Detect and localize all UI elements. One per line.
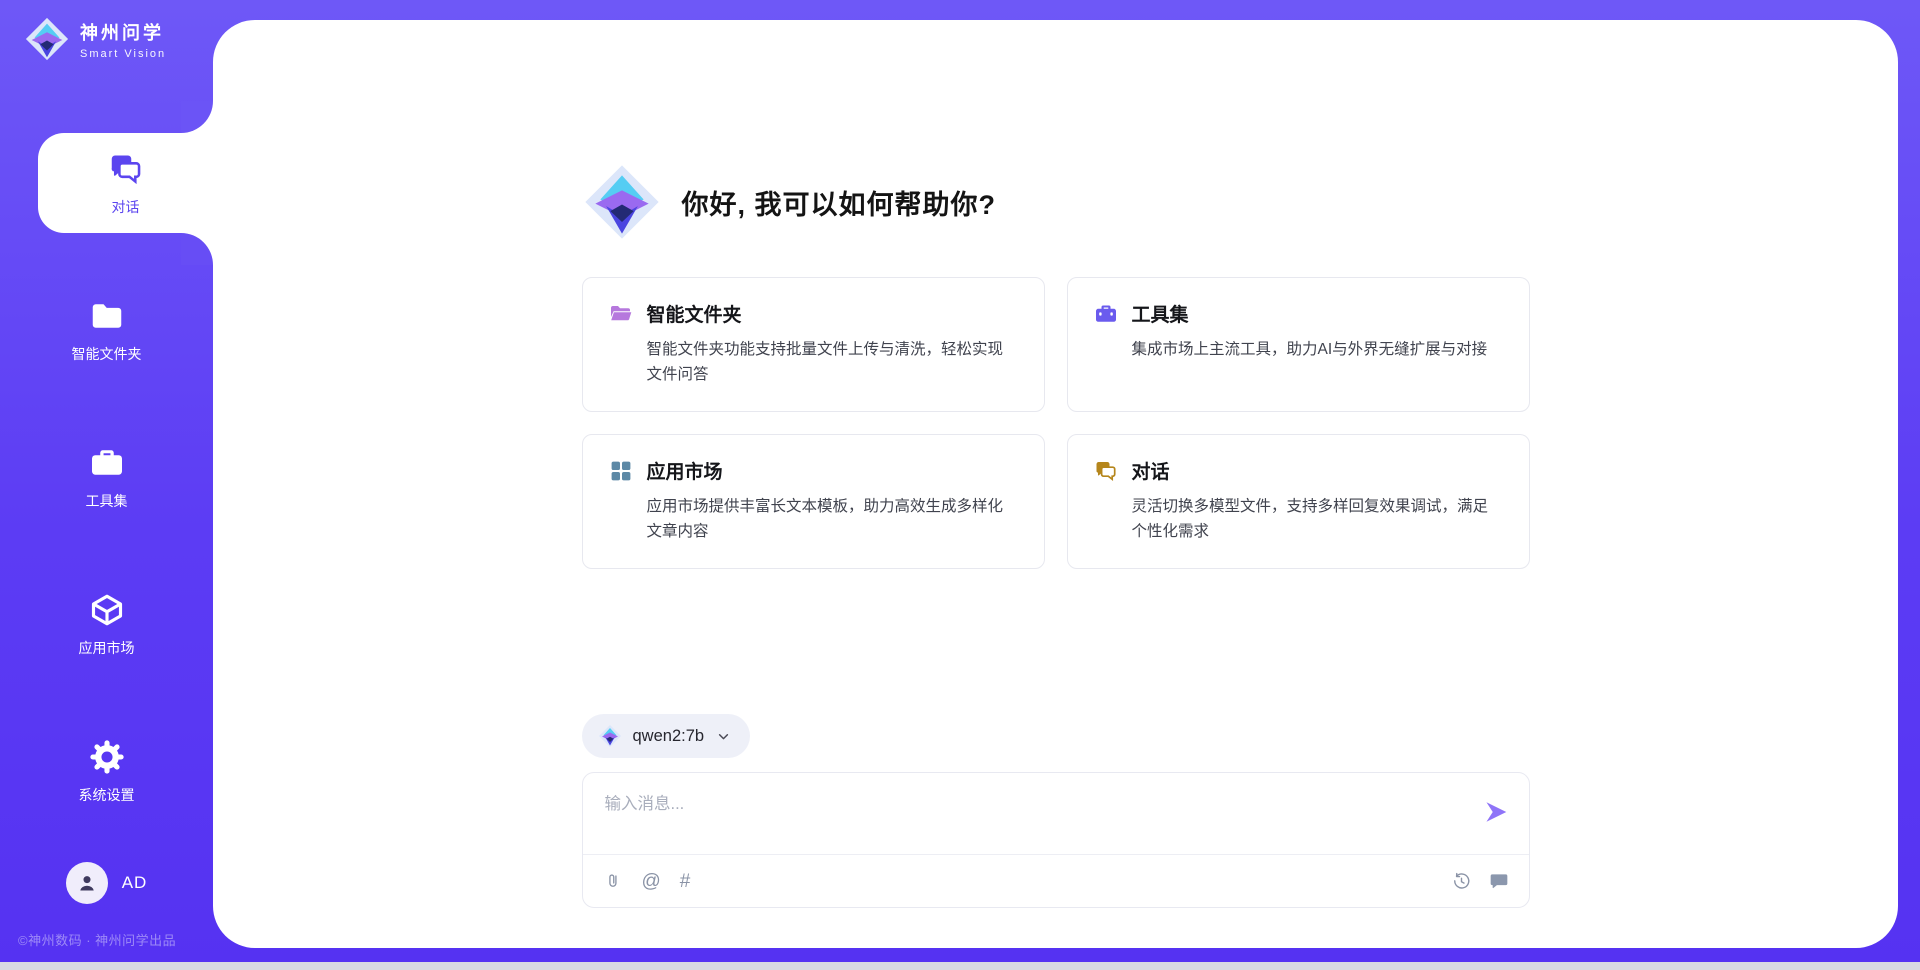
card-toolset[interactable]: 工具集 集成市场上主流工具，助力AI与外界无缝扩展与对接 bbox=[1067, 277, 1530, 412]
briefcase-icon bbox=[1094, 302, 1118, 326]
card-smart-folder[interactable]: 智能文件夹 智能文件夹功能支持批量文件上传与清洗，轻松实现文件问答 bbox=[582, 277, 1045, 412]
tab-curve-top bbox=[181, 101, 213, 133]
sidebar-item-smart-folder[interactable]: 智能文件夹 bbox=[0, 280, 213, 380]
folder-open-icon bbox=[609, 302, 633, 326]
card-description: 智能文件夹功能支持批量文件上传与清洗，轻松实现文件问答 bbox=[647, 337, 1018, 387]
folder-icon bbox=[88, 297, 126, 335]
send-icon[interactable] bbox=[1483, 799, 1509, 825]
sidebar-item-label: 工具集 bbox=[86, 491, 128, 511]
assistant-logo-icon bbox=[582, 162, 662, 242]
avatar bbox=[66, 862, 108, 904]
tab-curve-bottom bbox=[181, 233, 213, 265]
sidebar-item-label: 系统设置 bbox=[79, 785, 135, 805]
sidebar-item-settings[interactable]: 系统设置 bbox=[0, 721, 213, 821]
card-title: 应用市场 bbox=[647, 457, 723, 484]
user-profile[interactable]: AD bbox=[0, 862, 213, 904]
feature-cards: 智能文件夹 智能文件夹功能支持批量文件上传与清洗，轻松实现文件问答 工具集 集成… bbox=[582, 277, 1530, 569]
copyright-text: ©神州数码 · 神州问学出品 bbox=[18, 930, 176, 949]
model-selector[interactable]: qwen2:7b bbox=[582, 714, 751, 758]
brand-name: 神州问学 bbox=[80, 19, 166, 45]
sidebar-item-chat[interactable]: 对话 bbox=[38, 133, 213, 233]
card-description: 应用市场提供丰富长文本模板，助力高效生成多样化文章内容 bbox=[647, 494, 1018, 544]
chevron-down-icon bbox=[715, 728, 732, 745]
cube-icon bbox=[88, 591, 126, 629]
toolbox-icon bbox=[88, 444, 126, 482]
card-description: 灵活切换多模型文件，支持多样回复效果调试，满足个性化需求 bbox=[1132, 494, 1503, 544]
sidebar-item-label: 智能文件夹 bbox=[72, 344, 142, 364]
history-icon[interactable] bbox=[1451, 871, 1472, 892]
attachment-icon[interactable] bbox=[603, 871, 623, 892]
card-chat[interactable]: 对话 灵活切换多模型文件，支持多样回复效果调试，满足个性化需求 bbox=[1067, 434, 1530, 569]
sidebar-item-toolset[interactable]: 工具集 bbox=[0, 427, 213, 527]
sidebar-item-app-market[interactable]: 应用市场 bbox=[0, 574, 213, 674]
user-name: AD bbox=[122, 873, 148, 893]
brand-diamond-icon bbox=[24, 16, 70, 62]
composer-toolbar: @ # bbox=[583, 854, 1529, 907]
person-icon bbox=[75, 871, 99, 895]
sidebar-item-label: 对话 bbox=[112, 197, 140, 217]
message-input[interactable] bbox=[605, 790, 1465, 846]
window-bottom-edge bbox=[0, 962, 1920, 970]
model-name: qwen2:7b bbox=[633, 727, 705, 746]
main-panel: 你好, 我可以如何帮助你? 智能文件夹 智能文件夹功能支持批量文件上传与清洗，轻… bbox=[213, 20, 1898, 948]
card-title: 工具集 bbox=[1132, 300, 1189, 327]
hashtag-icon[interactable]: # bbox=[680, 872, 691, 891]
model-logo-icon bbox=[598, 724, 622, 748]
greeting-text: 你好, 我可以如何帮助你? bbox=[682, 183, 997, 222]
brand-logo: 神州问学 Smart Vision bbox=[24, 16, 166, 62]
greeting: 你好, 我可以如何帮助你? bbox=[582, 162, 997, 242]
card-description: 集成市场上主流工具，助力AI与外界无缝扩展与对接 bbox=[1132, 337, 1503, 362]
chat-icon bbox=[1094, 459, 1118, 483]
grid-icon bbox=[609, 459, 633, 483]
mention-icon[interactable]: @ bbox=[642, 872, 661, 891]
brand-subtitle: Smart Vision bbox=[80, 48, 166, 60]
gear-icon bbox=[88, 738, 126, 776]
sidebar-item-label: 应用市场 bbox=[79, 638, 135, 658]
card-title: 对话 bbox=[1132, 457, 1170, 484]
chat-icon bbox=[107, 150, 145, 188]
feedback-bubble-icon[interactable] bbox=[1489, 871, 1509, 891]
card-app-market[interactable]: 应用市场 应用市场提供丰富长文本模板，助力高效生成多样化文章内容 bbox=[582, 434, 1045, 569]
message-composer: @ # bbox=[582, 772, 1530, 908]
card-title: 智能文件夹 bbox=[647, 300, 742, 327]
